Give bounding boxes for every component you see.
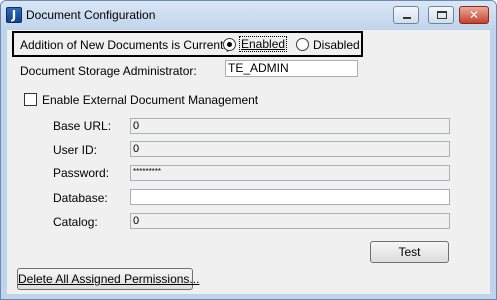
enabled-radio-label[interactable]: Enabled bbox=[238, 36, 288, 52]
user-id-field[interactable]: 0 bbox=[130, 141, 450, 157]
password-field[interactable]: ********* bbox=[130, 165, 450, 181]
delete-permissions-button[interactable]: Delete All Assigned Permissions... bbox=[17, 268, 199, 290]
storage-admin-label: Document Storage Administrator: bbox=[20, 64, 197, 78]
external-mgmt-checkbox[interactable] bbox=[24, 93, 37, 106]
delete-permissions-text: Delete All Assigned Permissions... bbox=[18, 272, 200, 286]
dialog-body: Addition of New Documents is Currently: … bbox=[7, 30, 490, 294]
database-label: Database: bbox=[53, 191, 108, 205]
password-label: Password: bbox=[53, 166, 110, 180]
close-icon: ✕ bbox=[468, 8, 480, 22]
base-url-field[interactable]: 0 bbox=[130, 118, 450, 134]
enabled-radio[interactable] bbox=[223, 38, 236, 51]
test-button[interactable]: Test bbox=[370, 241, 449, 263]
maximize-icon bbox=[437, 11, 447, 19]
title-bar[interactable]: J Document Configuration ✕ bbox=[1, 1, 496, 29]
catalog-field[interactable]: 0 bbox=[130, 213, 450, 229]
window-title: Document Configuration bbox=[26, 8, 156, 22]
app-icon[interactable]: J bbox=[6, 7, 22, 23]
disabled-radio-label[interactable]: Disabled bbox=[313, 38, 360, 52]
addition-status-label: Addition of New Documents is Currently: bbox=[20, 38, 236, 52]
catalog-label: Catalog: bbox=[53, 215, 98, 229]
document-configuration-window: J Document Configuration ✕ Addition of N… bbox=[0, 0, 497, 300]
maximize-button[interactable] bbox=[428, 6, 454, 24]
enabled-radio-text: Enabled bbox=[241, 37, 286, 51]
storage-admin-field[interactable]: TE_ADMIN bbox=[225, 60, 358, 77]
user-id-label: User ID: bbox=[53, 143, 98, 157]
database-field[interactable] bbox=[130, 189, 450, 205]
minimize-icon bbox=[403, 17, 411, 19]
minimize-button[interactable] bbox=[393, 6, 419, 24]
close-button[interactable]: ✕ bbox=[459, 6, 489, 24]
external-mgmt-label[interactable]: Enable External Document Management bbox=[42, 93, 258, 107]
base-url-label: Base URL: bbox=[53, 119, 112, 133]
disabled-radio[interactable] bbox=[296, 38, 309, 51]
